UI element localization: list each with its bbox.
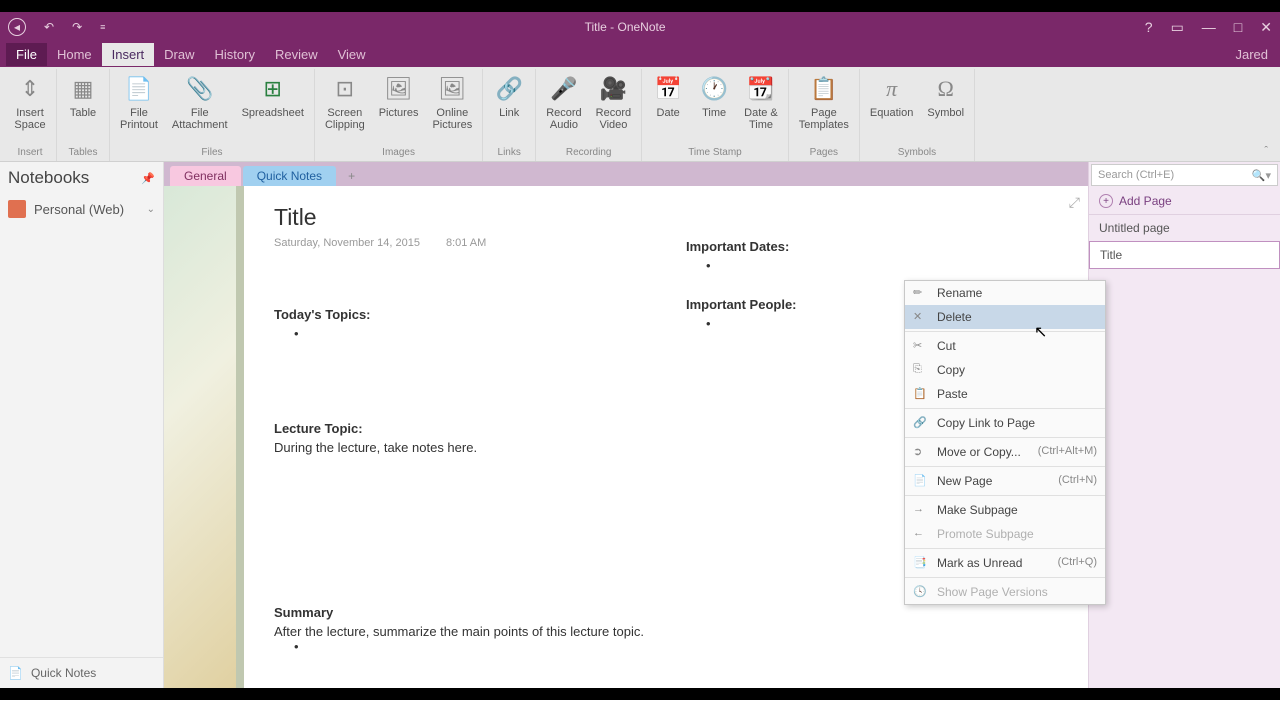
tab-review[interactable]: Review bbox=[265, 43, 328, 66]
tab-history[interactable]: History bbox=[205, 43, 265, 66]
tab-file[interactable]: File bbox=[6, 43, 47, 66]
close-icon[interactable]: ✕ bbox=[1260, 19, 1272, 36]
spreadsheet-button[interactable]: ⊞Spreadsheet bbox=[236, 69, 310, 145]
menubar: File Home Insert Draw History Review Vie… bbox=[0, 42, 1280, 67]
todays-topics-label: Today's Topics: bbox=[274, 307, 646, 322]
insert-space-button[interactable]: ⇕Insert Space bbox=[8, 69, 52, 145]
online-pictures-button[interactable]: 🖼Online Pictures bbox=[426, 69, 478, 145]
screen-clipping-button[interactable]: ⊡Screen Clipping bbox=[319, 69, 371, 145]
user-name[interactable]: Jared bbox=[1235, 47, 1274, 62]
table-button[interactable]: ▦Table bbox=[61, 69, 105, 145]
section-tabs: General Quick Notes + bbox=[164, 162, 1088, 186]
ctx-new-page[interactable]: 📄New Page(Ctrl+N) bbox=[905, 469, 1105, 493]
back-button[interactable]: ◂ bbox=[8, 18, 26, 36]
search-icon[interactable]: 🔍▾ bbox=[1252, 169, 1271, 182]
pictures-button[interactable]: 🖼Pictures bbox=[373, 69, 425, 145]
bullet-item[interactable] bbox=[686, 258, 1058, 273]
tab-draw[interactable]: Draw bbox=[154, 43, 204, 66]
section-tab-general[interactable]: General bbox=[170, 166, 241, 186]
notebooks-sidebar: Notebooks 📌 Personal (Web) ⌄ 📄 Quick Not… bbox=[0, 162, 164, 688]
ctx-paste[interactable]: 📋Paste bbox=[905, 382, 1105, 406]
add-section-button[interactable]: + bbox=[338, 166, 365, 186]
ctx-rename[interactable]: ✏Rename bbox=[905, 281, 1105, 305]
notebooks-header: Notebooks bbox=[8, 168, 89, 188]
record-video-button[interactable]: 🎥Record Video bbox=[590, 69, 637, 145]
page-list-item[interactable]: Untitled page bbox=[1089, 215, 1280, 241]
notebook-name: Personal (Web) bbox=[34, 202, 124, 217]
titlebar: ◂ ↶ ↷ ≡ Title - OneNote ? ▭ — □ ✕ bbox=[0, 12, 1280, 42]
ctx-mark-unread[interactable]: 📑Mark as Unread(Ctrl+Q) bbox=[905, 551, 1105, 575]
expand-icon[interactable]: ⤢ bbox=[1069, 194, 1080, 211]
lecture-topic-label: Lecture Topic: bbox=[274, 421, 646, 436]
page-margin-decoration bbox=[164, 186, 244, 688]
help-icon[interactable]: ? bbox=[1145, 19, 1153, 36]
ctx-show-versions: 🕓Show Page Versions bbox=[905, 580, 1105, 604]
collapse-ribbon-icon[interactable]: ˆ bbox=[1256, 141, 1276, 161]
tab-insert[interactable]: Insert bbox=[102, 43, 155, 66]
window-title: Title - OneNote bbox=[105, 20, 1144, 34]
notebook-item[interactable]: Personal (Web) ⌄ bbox=[0, 194, 163, 224]
tab-home[interactable]: Home bbox=[47, 43, 102, 66]
context-menu: ✏Rename ✕Delete ✂Cut ⎘Copy 📋Paste 🔗Copy … bbox=[904, 280, 1106, 605]
page-list-item[interactable]: Title bbox=[1089, 241, 1280, 269]
ctx-make-subpage[interactable]: →Make Subpage bbox=[905, 498, 1105, 522]
date-time-button[interactable]: 📆Date & Time bbox=[738, 69, 784, 145]
search-input[interactable]: Search (Ctrl+E) 🔍▾ bbox=[1091, 164, 1278, 186]
file-printout-button[interactable]: 📄File Printout bbox=[114, 69, 164, 145]
plus-icon: + bbox=[1099, 194, 1113, 208]
add-page-button[interactable]: + Add Page bbox=[1089, 188, 1280, 215]
ctx-copy-link[interactable]: 🔗Copy Link to Page bbox=[905, 411, 1105, 435]
page-title[interactable]: Title bbox=[274, 204, 1058, 231]
file-attachment-button[interactable]: 📎File Attachment bbox=[166, 69, 234, 145]
pages-sidebar: Search (Ctrl+E) 🔍▾ + Add Page Untitled p… bbox=[1088, 162, 1280, 688]
time-button[interactable]: 🕐Time bbox=[692, 69, 736, 145]
bullet-item[interactable] bbox=[274, 639, 646, 654]
section-tab-quicknotes[interactable]: Quick Notes bbox=[243, 166, 336, 186]
ctx-delete[interactable]: ✕Delete bbox=[905, 305, 1105, 329]
ribbon: ⇕Insert Space Insert ▦Table Tables 📄File… bbox=[0, 67, 1280, 162]
ctx-move-copy[interactable]: ➲Move or Copy...(Ctrl+Alt+M) bbox=[905, 440, 1105, 464]
quicknotes-icon: 📄 bbox=[8, 666, 23, 680]
maximize-icon[interactable]: □ bbox=[1234, 19, 1242, 36]
equation-button[interactable]: πEquation bbox=[864, 69, 919, 145]
notebook-icon bbox=[8, 200, 26, 218]
symbol-button[interactable]: ΩSymbol bbox=[921, 69, 970, 145]
lecture-body[interactable]: During the lecture, take notes here. bbox=[274, 440, 646, 455]
important-dates-label: Important Dates: bbox=[686, 239, 1058, 254]
record-audio-button[interactable]: 🎤Record Audio bbox=[540, 69, 587, 145]
fullscreen-icon[interactable]: ▭ bbox=[1171, 19, 1184, 36]
summary-body[interactable]: After the lecture, summarize the main po… bbox=[274, 624, 646, 639]
page-templates-button[interactable]: 📋Page Templates bbox=[793, 69, 855, 145]
ctx-copy[interactable]: ⎘Copy bbox=[905, 358, 1105, 382]
minimize-icon[interactable]: — bbox=[1202, 19, 1216, 36]
pin-icon[interactable]: 📌 bbox=[141, 172, 155, 185]
link-button[interactable]: 🔗Link bbox=[487, 69, 531, 145]
date-button[interactable]: 📅Date bbox=[646, 69, 690, 145]
quicknotes-button[interactable]: 📄 Quick Notes bbox=[0, 657, 163, 688]
chevron-down-icon[interactable]: ⌄ bbox=[147, 204, 155, 215]
ctx-promote-subpage: ←Promote Subpage bbox=[905, 522, 1105, 546]
undo-icon[interactable]: ↶ bbox=[44, 20, 54, 34]
bullet-item[interactable] bbox=[274, 326, 646, 341]
tab-view[interactable]: View bbox=[328, 43, 376, 66]
redo-icon[interactable]: ↷ bbox=[72, 20, 82, 34]
summary-label: Summary bbox=[274, 605, 646, 620]
ctx-cut[interactable]: ✂Cut bbox=[905, 334, 1105, 358]
